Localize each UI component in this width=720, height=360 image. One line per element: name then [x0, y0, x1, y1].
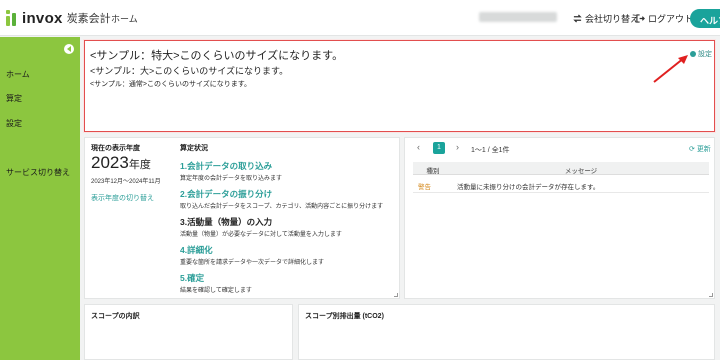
- refresh-button[interactable]: ⟳ 更新: [689, 144, 711, 154]
- switch-icon: [573, 14, 582, 23]
- row-message: 活動量に未振り分けの会計データが存在します。: [453, 176, 709, 193]
- step-1-link[interactable]: 1.会計データの取り込み: [180, 160, 272, 172]
- step-5-desc: 結果を確認して確定します: [180, 288, 252, 294]
- logout-button[interactable]: ログアウト: [636, 12, 693, 25]
- step-4-desc: 重要な箇所を請求データや一次データで詳細化します: [180, 260, 325, 266]
- scope-breakdown-title: スコープの内訳: [91, 313, 140, 320]
- scope-breakdown-panel: スコープの内訳: [84, 304, 293, 360]
- scope-emissions-panel: スコープ別排出量 (tCO2): [298, 304, 715, 360]
- row-type-warning: 警告: [413, 176, 453, 193]
- logout-icon: [636, 14, 645, 23]
- step-2-desc: 取り込んだ会計データをスコープ、カテゴリ、活動内容ごとに振り分けます: [180, 204, 384, 210]
- sidebar-item-home[interactable]: ホーム: [6, 69, 30, 80]
- step-2-link[interactable]: 2.会計データの振り分け: [180, 188, 272, 200]
- sidebar-item-switch-service[interactable]: サービス切り替え: [6, 167, 70, 178]
- sample-text-xl: <サンプル：特大>このくらいのサイズになります。: [90, 50, 344, 62]
- switch-company-button[interactable]: 会社切り替え: [573, 12, 639, 25]
- page-info: 1〜1 / 全1件: [471, 147, 510, 154]
- status-heading: 算定状況: [180, 145, 208, 152]
- annotation-arrow-icon: [653, 55, 688, 83]
- top-bar: invox 炭素会計 ホーム 会社切り替え ログアウト ヘルプ: [0, 0, 720, 36]
- year-value: 2023: [91, 153, 129, 172]
- step-1-desc: 算定年度の会計データを取り込みます: [180, 176, 283, 182]
- prev-page-button[interactable]: ‹: [417, 142, 420, 152]
- sample-text-normal: <サンプル：通常>このくらいのサイズになります。: [90, 81, 252, 88]
- sample-text-panel[interactable]: <サンプル：特大>このくらいのサイズになります。 <サンプル：大>このくらいのサ…: [84, 40, 715, 132]
- user-name-blurred: [479, 12, 557, 22]
- sidebar-item-calculation[interactable]: 算定: [6, 93, 22, 104]
- settings-label: 設定: [698, 51, 712, 58]
- step-4-link[interactable]: 4.詳細化: [180, 244, 213, 256]
- sample-text-large: <サンプル：大>このくらいのサイズになります。: [90, 66, 289, 76]
- step-3-title: 3.活動量（物量）の入力: [180, 217, 273, 227]
- resize-handle-icon[interactable]: [709, 293, 713, 297]
- logo-mark-icon: [6, 10, 18, 26]
- nav-home-link[interactable]: ホーム: [111, 12, 138, 25]
- year-range: 2023年12月〜2024年11月: [91, 179, 161, 185]
- next-page-button[interactable]: ›: [456, 142, 459, 152]
- sidebar-item-settings[interactable]: 設定: [6, 118, 22, 129]
- year-suffix: 年度: [128, 159, 151, 171]
- year-status-panel: 現在の表示年度 2023年度 2023年12月〜2024年11月 表示年度の切り…: [84, 137, 400, 299]
- step-5-link[interactable]: 5.確定: [180, 272, 204, 284]
- step-3-desc: 活動量（物量）が必要なデータに対して活動量を入力します: [180, 232, 342, 238]
- brand-name: invox: [22, 9, 63, 27]
- scope-emissions-title: スコープ別排出量 (tCO2): [305, 313, 384, 320]
- col-message-header: メッセージ: [453, 162, 709, 175]
- logout-label: ログアウト: [648, 14, 694, 24]
- refresh-label: 更新: [696, 146, 711, 153]
- switch-company-label: 会社切り替え: [585, 14, 640, 24]
- collapse-sidebar-icon[interactable]: [64, 44, 74, 54]
- page-current-button[interactable]: 1: [433, 142, 445, 154]
- logo[interactable]: invox 炭素会計: [6, 7, 111, 29]
- switch-year-link[interactable]: 表示年度の切り替え: [91, 193, 154, 203]
- resize-handle-icon[interactable]: [394, 293, 398, 297]
- messages-panel: ‹ 1 › 1〜1 / 全1件 ⟳ 更新 種別 メッセージ 警告 活動量に未振り…: [404, 137, 715, 299]
- brand-sub: 炭素会計: [66, 13, 111, 25]
- current-year: 2023年度: [91, 153, 151, 173]
- settings-link[interactable]: 設定: [690, 49, 712, 59]
- sidebar: [0, 37, 80, 360]
- col-type-header: 種別: [413, 162, 453, 175]
- current-year-heading: 現在の表示年度: [91, 145, 140, 152]
- help-button[interactable]: ヘルプ: [690, 9, 720, 28]
